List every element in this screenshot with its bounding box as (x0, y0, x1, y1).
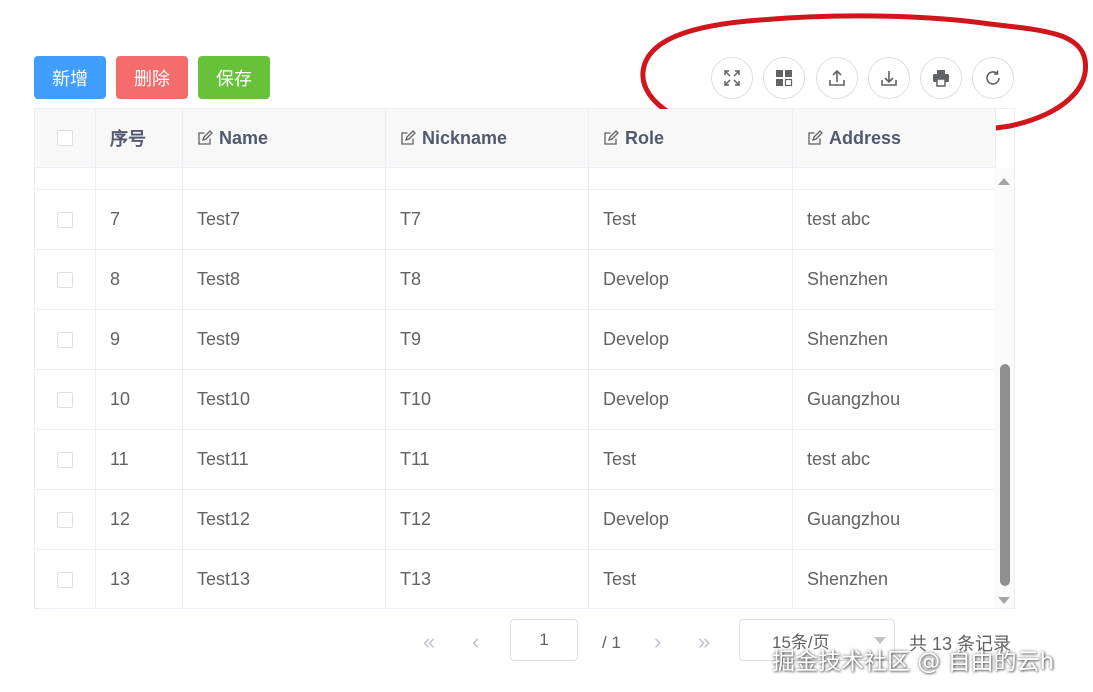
cell-role: Develop (589, 250, 793, 309)
refresh-button[interactable] (972, 57, 1014, 99)
fullscreen-icon (724, 70, 740, 86)
cell-index: 10 (96, 370, 183, 429)
cell-address: Guangzhou (793, 370, 996, 429)
table-row[interactable]: 11 Test11 T11 Test test abc (35, 430, 996, 490)
cell-index: 8 (96, 250, 183, 309)
edit-icon (401, 130, 416, 145)
cell-role: Test (589, 550, 793, 608)
cell-role: Develop (589, 370, 793, 429)
cell-nickname: T11 (386, 430, 589, 489)
edit-icon (198, 130, 213, 145)
header-name[interactable]: Name (183, 109, 386, 167)
cell-address: Shenzhen (793, 310, 996, 369)
cell-address: test abc (793, 430, 996, 489)
edit-icon (808, 130, 823, 145)
cell-name: Test10 (183, 370, 386, 429)
cell-role: Test (589, 430, 793, 489)
cell-address: Shenzhen (793, 550, 996, 608)
cell-address: Guangzhou (793, 490, 996, 549)
print-icon (933, 70, 949, 87)
cell-nickname: T7 (386, 190, 589, 249)
header-nickname[interactable]: Nickname (386, 109, 589, 167)
delete-button[interactable]: 删除 (116, 56, 188, 99)
cell-name: Test12 (183, 490, 386, 549)
cell-role: Develop (589, 490, 793, 549)
header-role[interactable]: Role (589, 109, 793, 167)
row-checkbox[interactable] (57, 391, 73, 408)
print-button[interactable] (920, 57, 962, 99)
table-row[interactable]: 9 Test9 T9 Develop Shenzhen (35, 310, 996, 370)
cell-role: Develop (589, 310, 793, 369)
table-row[interactable]: 8 Test8 T8 Develop Shenzhen (35, 250, 996, 310)
add-button[interactable]: 新增 (34, 56, 106, 99)
cell-index: 12 (96, 490, 183, 549)
total-pages: / 1 (602, 633, 621, 652)
edit-icon (604, 130, 619, 145)
cell-nickname: T8 (386, 250, 589, 309)
cell-address: test abc (793, 190, 996, 249)
scroll-thumb[interactable] (1000, 364, 1010, 586)
cell-index: 13 (96, 550, 183, 608)
last-page-icon[interactable]: » (698, 629, 710, 655)
table-row[interactable]: 10 Test10 T10 Develop Guangzhou (35, 370, 996, 430)
row-checkbox[interactable] (57, 451, 73, 468)
row-checkbox[interactable] (57, 571, 73, 588)
table-header: 序号 Name Nickname Role Address (35, 109, 996, 168)
header-index: 序号 (96, 109, 183, 167)
prev-page-icon[interactable]: ‹ (472, 629, 479, 655)
cell-role: Test (589, 190, 793, 249)
refresh-icon (986, 70, 1000, 85)
cell-name: Test7 (183, 190, 386, 249)
cell-nickname: T12 (386, 490, 589, 549)
next-page-icon[interactable]: › (654, 629, 661, 655)
table-body: 7 Test7 T7 Test test abc 8 Test8 T8 Deve… (35, 130, 996, 608)
first-page-icon[interactable]: « (423, 629, 435, 655)
data-table: 7 Test7 T7 Test test abc 8 Test8 T8 Deve… (34, 108, 1015, 609)
row-checkbox[interactable] (57, 511, 73, 528)
custom-columns-button[interactable] (763, 57, 805, 99)
row-checkbox[interactable] (57, 211, 73, 228)
scroll-up-arrow-icon[interactable] (998, 178, 1010, 185)
cell-index: 11 (96, 430, 183, 489)
import-icon (829, 69, 845, 86)
table-row[interactable]: 13 Test13 T13 Test Shenzhen (35, 550, 996, 608)
cell-address: Shenzhen (793, 250, 996, 309)
table-row[interactable]: 7 Test7 T7 Test test abc (35, 190, 996, 250)
header-address[interactable]: Address (793, 109, 996, 167)
scroll-down-arrow-icon[interactable] (998, 597, 1010, 604)
import-button[interactable] (816, 57, 858, 99)
page-number-input[interactable] (510, 619, 578, 661)
select-all-checkbox[interactable] (57, 130, 73, 146)
fullscreen-button[interactable] (711, 57, 753, 99)
save-button[interactable]: 保存 (198, 56, 270, 99)
export-icon (881, 71, 897, 86)
custom-columns-icon (776, 70, 793, 87)
cell-name: Test9 (183, 310, 386, 369)
export-button[interactable] (868, 57, 910, 99)
cell-name: Test11 (183, 430, 386, 489)
cell-name: Test8 (183, 250, 386, 309)
cell-nickname: T10 (386, 370, 589, 429)
row-checkbox[interactable] (57, 271, 73, 288)
cell-index: 7 (96, 190, 183, 249)
row-checkbox[interactable] (57, 331, 73, 348)
table-row[interactable]: 12 Test12 T12 Develop Guangzhou (35, 490, 996, 550)
cell-nickname: T13 (386, 550, 589, 608)
cell-index: 9 (96, 310, 183, 369)
cell-nickname: T9 (386, 310, 589, 369)
vertical-scrollbar[interactable] (994, 168, 1014, 608)
cell-name: Test13 (183, 550, 386, 608)
watermark: 掘金技术社区 @ 自由的云h (772, 649, 1055, 675)
